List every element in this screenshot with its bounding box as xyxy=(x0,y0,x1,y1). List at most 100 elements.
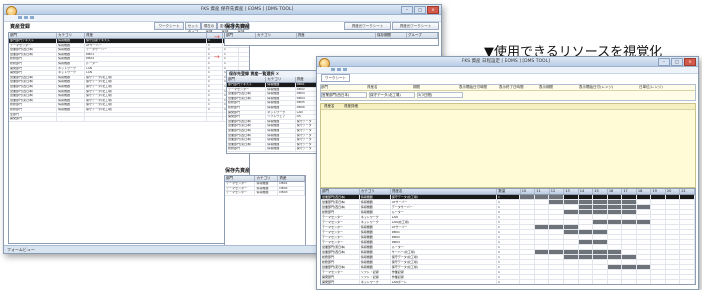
free-slot[interactable] xyxy=(535,235,550,239)
free-slot[interactable] xyxy=(549,240,564,244)
booked-slot[interactable] xyxy=(636,265,652,269)
free-slot[interactable] xyxy=(593,245,608,249)
booked-slot[interactable] xyxy=(593,210,608,214)
booked-slot[interactable] xyxy=(622,210,637,214)
free-slot[interactable] xyxy=(651,240,666,244)
col-period[interactable]: 保存期間 xyxy=(376,33,407,38)
free-slot[interactable] xyxy=(622,230,637,234)
free-slot[interactable] xyxy=(564,195,579,199)
free-slot[interactable] xyxy=(520,260,535,264)
free-slot[interactable] xyxy=(549,255,564,259)
free-slot[interactable] xyxy=(549,260,564,264)
free-slot[interactable] xyxy=(564,280,579,284)
free-slot[interactable] xyxy=(608,195,623,199)
free-slot[interactable] xyxy=(666,195,681,199)
booked-slot[interactable] xyxy=(563,255,579,259)
free-slot[interactable] xyxy=(535,210,550,214)
close-button[interactable]: × xyxy=(427,6,439,14)
booked-slot[interactable] xyxy=(593,255,608,259)
tab-worksheet[interactable]: ワークシート xyxy=(321,74,350,82)
free-slot[interactable] xyxy=(535,240,550,244)
col-category[interactable]: カテゴリ xyxy=(360,189,391,194)
booked-slot[interactable] xyxy=(578,250,594,254)
free-slot[interactable] xyxy=(535,215,550,219)
free-slot[interactable] xyxy=(520,250,535,254)
booked-slot[interactable] xyxy=(593,205,608,209)
free-slot[interactable] xyxy=(608,215,623,219)
booked-slot[interactable] xyxy=(534,225,550,229)
booked-slot[interactable] xyxy=(607,220,623,224)
free-slot[interactable] xyxy=(666,230,681,234)
minimize-button[interactable]: – xyxy=(658,58,670,66)
col-asset-name[interactable]: 資産名 xyxy=(391,189,498,194)
free-slot[interactable] xyxy=(608,230,623,234)
free-slot[interactable] xyxy=(564,235,579,239)
booked-slot[interactable] xyxy=(549,250,564,254)
redo-icon[interactable] xyxy=(30,16,34,19)
free-slot[interactable] xyxy=(549,205,564,209)
redo-icon[interactable] xyxy=(343,68,347,71)
col-category[interactable]: カテゴリ xyxy=(57,33,85,38)
free-slot[interactable] xyxy=(593,275,608,279)
free-slot[interactable] xyxy=(637,250,652,254)
booked-slot[interactable] xyxy=(549,200,564,204)
col-group[interactable]: グループ xyxy=(407,33,438,38)
free-slot[interactable] xyxy=(564,270,579,274)
minimize-button[interactable]: – xyxy=(401,6,413,14)
free-slot[interactable] xyxy=(579,195,594,199)
free-slot[interactable] xyxy=(622,245,637,249)
free-slot[interactable] xyxy=(666,250,681,254)
booked-slot[interactable] xyxy=(563,225,579,229)
booked-slot[interactable] xyxy=(578,210,594,214)
free-slot[interactable] xyxy=(593,225,608,229)
free-slot[interactable] xyxy=(579,260,594,264)
free-slot[interactable] xyxy=(680,275,695,279)
free-slot[interactable] xyxy=(579,235,594,239)
asset-name-select[interactable]: 保守データ(北工場) xyxy=(369,92,415,98)
booked-slot[interactable] xyxy=(549,225,564,229)
free-slot[interactable] xyxy=(579,225,594,229)
col-dept[interactable]: 部門 xyxy=(321,189,360,194)
free-slot[interactable] xyxy=(622,275,637,279)
free-slot[interactable] xyxy=(593,195,608,199)
save-icon[interactable] xyxy=(18,16,22,19)
free-slot[interactable] xyxy=(520,270,535,274)
free-slot[interactable] xyxy=(637,280,652,284)
booked-slot[interactable] xyxy=(563,200,579,204)
free-slot[interactable] xyxy=(637,200,652,204)
free-slot[interactable] xyxy=(579,215,594,219)
free-slot[interactable] xyxy=(651,230,666,234)
col-asset[interactable]: 資産 xyxy=(297,33,376,38)
free-slot[interactable] xyxy=(608,245,623,249)
booked-slot[interactable] xyxy=(578,200,594,204)
free-slot[interactable] xyxy=(535,280,550,284)
free-slot[interactable] xyxy=(564,205,579,209)
free-slot[interactable] xyxy=(680,215,695,219)
free-slot[interactable] xyxy=(535,230,550,234)
free-slot[interactable] xyxy=(608,260,623,264)
free-slot[interactable] xyxy=(666,235,681,239)
free-slot[interactable] xyxy=(666,260,681,264)
free-slot[interactable] xyxy=(680,195,695,199)
booked-slot[interactable] xyxy=(593,230,608,234)
free-slot[interactable] xyxy=(680,210,695,214)
free-slot[interactable] xyxy=(549,245,564,249)
period-select[interactable]: 3(3日間) xyxy=(417,92,463,98)
booked-slot[interactable] xyxy=(593,240,608,244)
set-type-button[interactable]: セット タイプ xyxy=(185,22,201,34)
free-slot[interactable] xyxy=(651,220,666,224)
free-slot[interactable] xyxy=(579,275,594,279)
free-slot[interactable] xyxy=(535,265,550,269)
booked-slot[interactable] xyxy=(607,205,623,209)
booked-slot[interactable] xyxy=(534,195,550,199)
free-slot[interactable] xyxy=(549,280,564,284)
free-slot[interactable] xyxy=(564,265,579,269)
free-slot[interactable] xyxy=(549,215,564,219)
free-slot[interactable] xyxy=(680,255,695,259)
free-slot[interactable] xyxy=(622,235,637,239)
free-slot[interactable] xyxy=(666,275,681,279)
free-slot[interactable] xyxy=(549,210,564,214)
booked-slot[interactable] xyxy=(622,255,637,259)
booked-slot[interactable] xyxy=(578,230,594,234)
free-slot[interactable] xyxy=(666,215,681,219)
